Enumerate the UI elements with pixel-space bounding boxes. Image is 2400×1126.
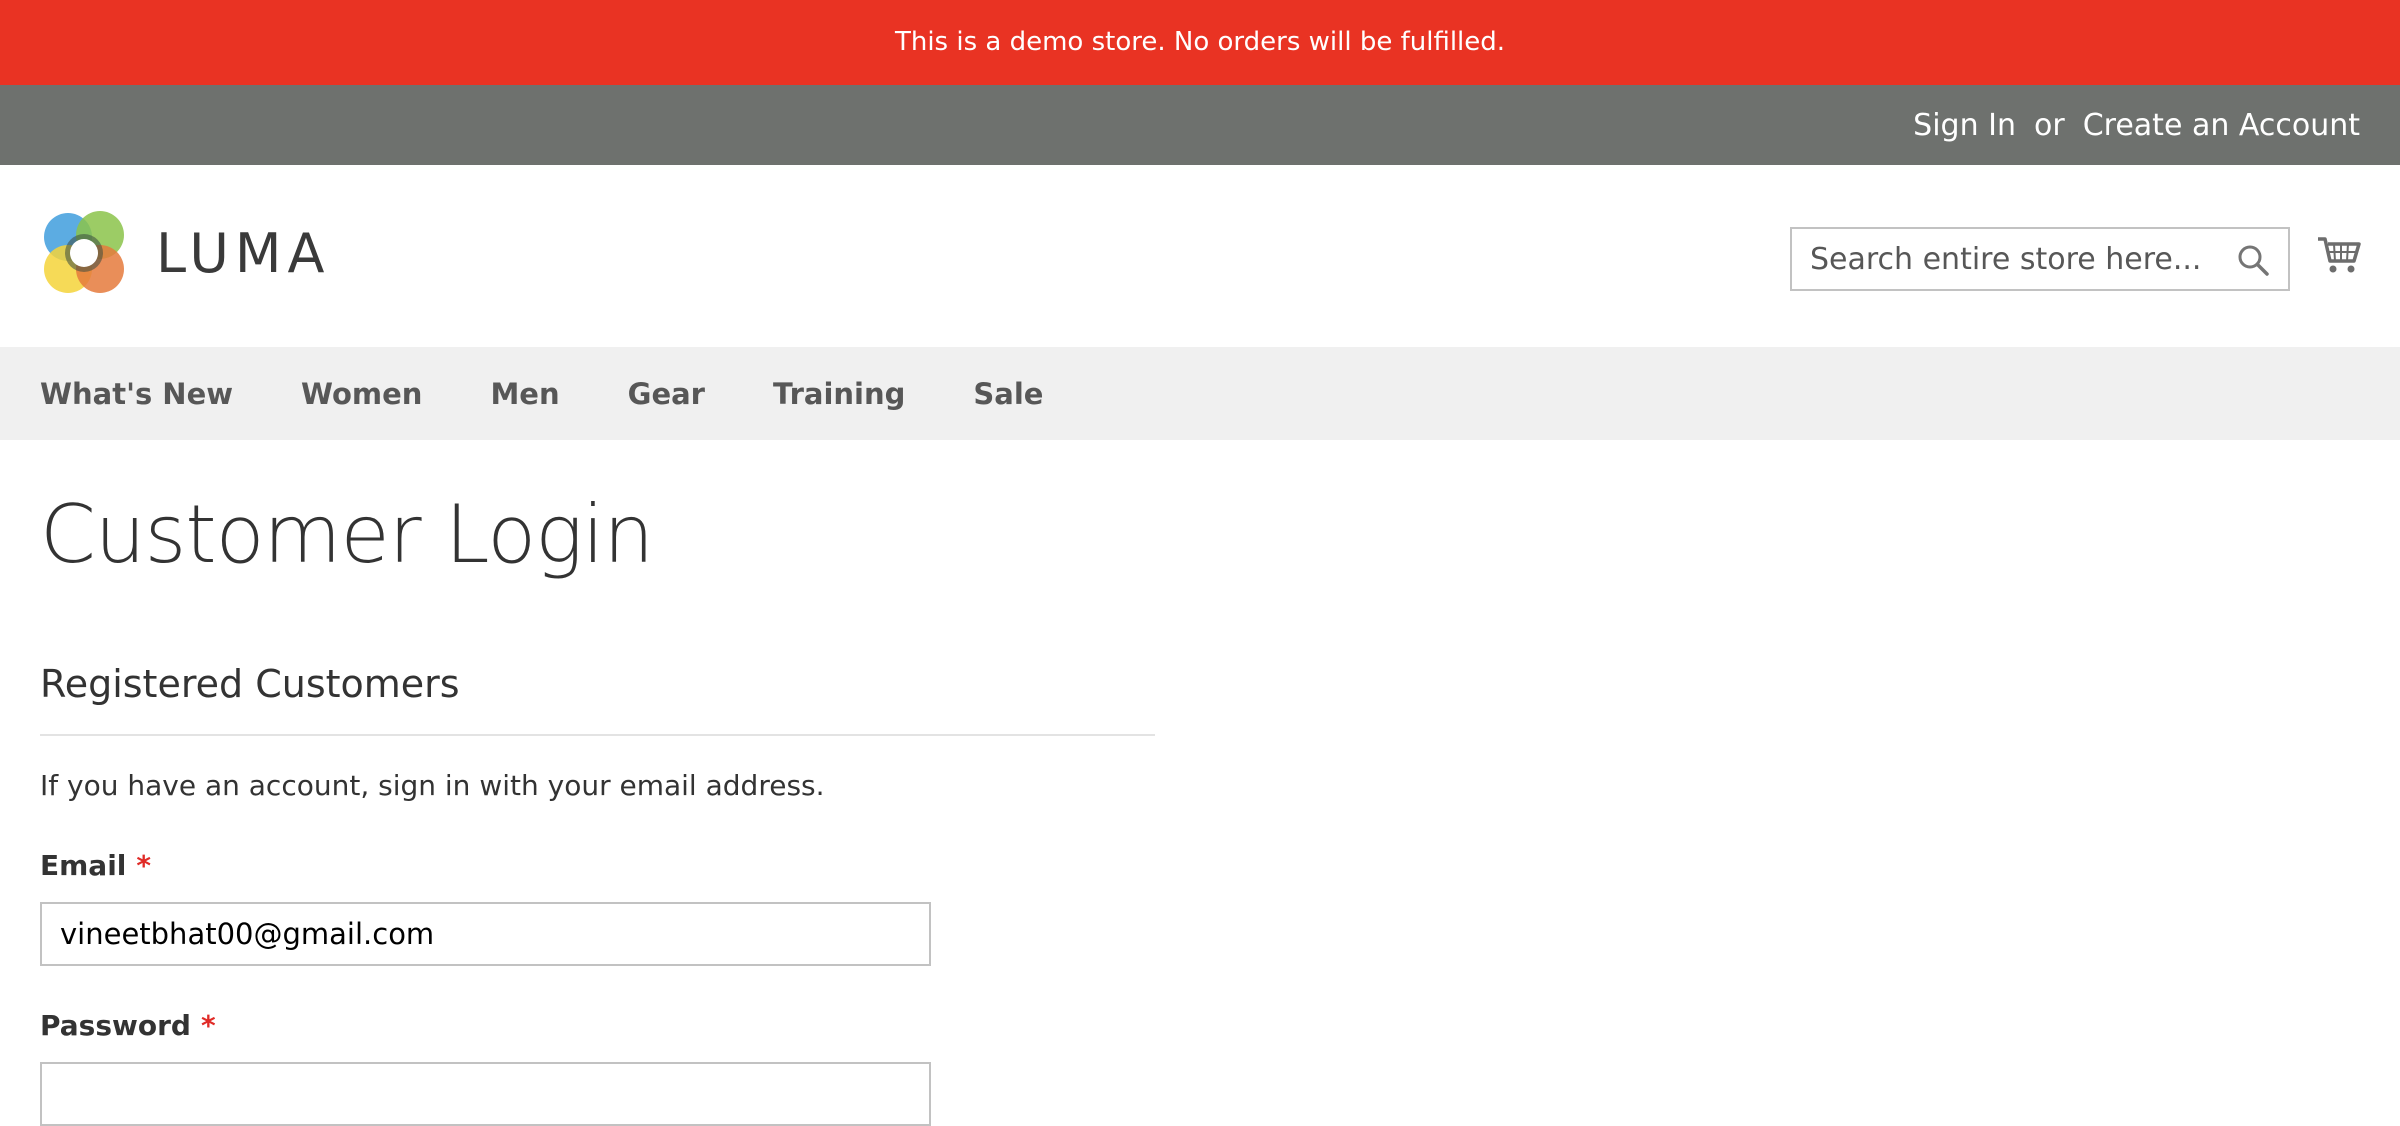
registered-customers-title: Registered Customers xyxy=(40,662,460,706)
email-label: Email * xyxy=(40,849,151,882)
site-header: LUMA xyxy=(0,165,2400,347)
search-icon[interactable] xyxy=(2236,243,2270,277)
email-field[interactable] xyxy=(40,902,931,966)
search-input[interactable] xyxy=(1792,229,2212,289)
divider xyxy=(40,734,1155,736)
create-account-link[interactable]: Create an Account xyxy=(2083,108,2360,143)
luma-logo-icon xyxy=(44,211,124,293)
brand-name: LUMA xyxy=(156,221,331,285)
nav-item-sale[interactable]: Sale xyxy=(973,377,1043,411)
nav-item-gear[interactable]: Gear xyxy=(628,377,705,411)
main-navigation: What's New Women Men Gear Training Sale xyxy=(0,347,2400,440)
header-links: Sign In or Create an Account xyxy=(1913,85,2360,165)
nav-item-men[interactable]: Men xyxy=(490,377,559,411)
shopping-cart-icon[interactable] xyxy=(2316,231,2362,277)
nav-item-training[interactable]: Training xyxy=(773,377,905,411)
sign-in-link[interactable]: Sign In xyxy=(1913,108,2016,143)
required-marker: * xyxy=(136,849,152,882)
page-title: Customer Login xyxy=(40,488,654,581)
header-panel: Sign In or Create an Account xyxy=(0,85,2400,165)
nav-item-women[interactable]: Women xyxy=(301,377,422,411)
required-marker: * xyxy=(200,1009,216,1042)
search-box xyxy=(1790,227,2290,291)
password-label: Password * xyxy=(40,1009,216,1042)
demo-store-notice: This is a demo store. No orders will be … xyxy=(0,0,2400,85)
nav-item-whats-new[interactable]: What's New xyxy=(40,377,233,411)
email-label-text: Email xyxy=(40,849,127,882)
luma-logo[interactable]: LUMA xyxy=(40,207,330,299)
header-links-separator: or xyxy=(2034,107,2065,143)
login-intro-text: If you have an account, sign in with you… xyxy=(40,769,825,802)
password-label-text: Password xyxy=(40,1009,191,1042)
password-field[interactable] xyxy=(40,1062,931,1126)
